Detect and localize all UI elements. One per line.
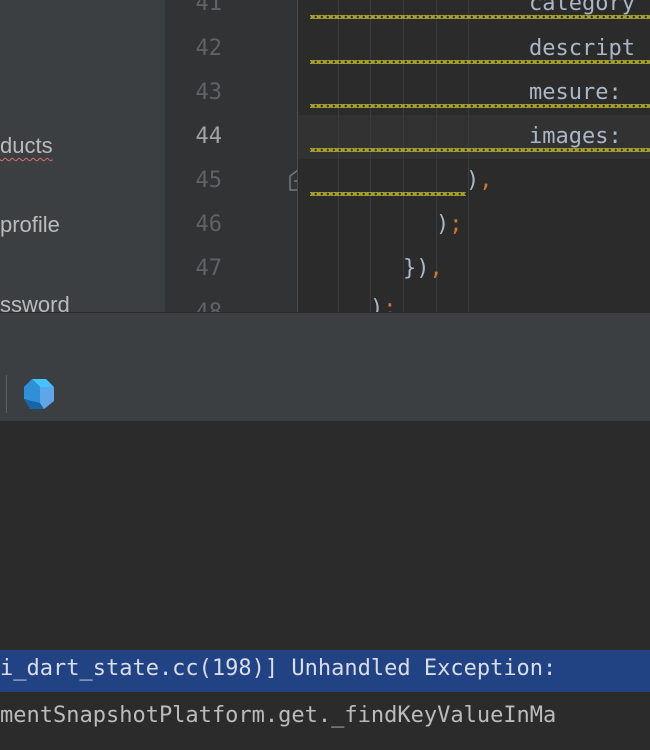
code-token: )	[436, 212, 450, 237]
line-number: 43	[195, 80, 223, 105]
code-line: );	[436, 212, 463, 237]
code-token: )	[466, 168, 480, 193]
warning-squiggle	[310, 148, 650, 152]
console-output[interactable]: i_dart_state.cc(198)] Unhandled Exceptio…	[0, 422, 650, 750]
code-line: images:	[529, 124, 635, 149]
warning-squiggle	[310, 15, 650, 19]
project-panel: ducts profile ssword	[0, 0, 165, 312]
console-line: mentSnapshotPlatform.get._findKeyValueIn…	[0, 703, 557, 728]
run-toolbar	[0, 367, 650, 422]
project-item-products[interactable]: ducts	[0, 133, 53, 159]
line-number: 47	[195, 256, 223, 281]
console-line: i_dart_state.cc(198)] Unhandled Exceptio…	[0, 656, 557, 681]
code-punct: ,	[429, 256, 443, 281]
code-line: mesure:	[529, 80, 635, 105]
line-number-current: 44	[195, 124, 223, 149]
code-editor[interactable]: category descript mesure: images: ), ); …	[298, 0, 650, 312]
indent-guide	[338, 0, 339, 312]
tool-window-header[interactable]	[0, 312, 650, 368]
dart-icon[interactable]	[22, 377, 56, 411]
warning-squiggle	[310, 104, 650, 108]
code-punct: ,	[479, 168, 493, 193]
line-number: 42	[195, 36, 223, 61]
code-line: descript	[529, 36, 635, 61]
code-line: }),	[403, 256, 443, 281]
toolbar-separator	[6, 375, 7, 413]
line-number: 46	[195, 212, 223, 237]
code-token: )	[370, 296, 384, 312]
line-number: 45	[195, 168, 223, 193]
project-item-profile[interactable]: profile	[0, 212, 60, 238]
line-number: 41	[195, 0, 223, 16]
code-token: })	[403, 256, 430, 281]
code-punct: ;	[449, 212, 463, 237]
warning-squiggle	[310, 192, 466, 196]
code-line: );	[370, 296, 397, 312]
code-line: ),	[466, 168, 493, 193]
project-item-password[interactable]: ssword	[0, 292, 70, 312]
indent-guide	[370, 0, 371, 312]
indent-guide	[468, 0, 469, 312]
code-line: category	[529, 0, 635, 16]
code-punct: ;	[383, 296, 397, 312]
warning-squiggle	[310, 60, 650, 64]
console-selected-line[interactable]: i_dart_state.cc(198)] Unhandled Exceptio…	[0, 650, 650, 692]
